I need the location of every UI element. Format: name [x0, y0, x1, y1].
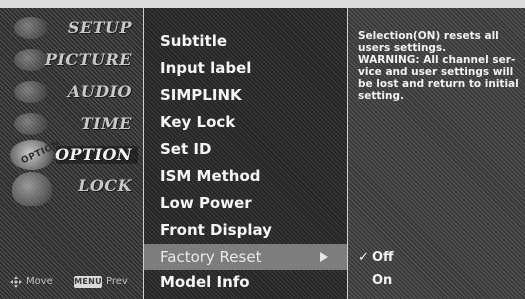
nav-item-picture[interactable]: PICTURE [6, 46, 138, 74]
menu-item-label: Factory Reset [160, 248, 262, 266]
menu-item-set-id[interactable]: Set ID [144, 136, 348, 162]
menu-item-label: Set ID [160, 140, 212, 158]
menu-item-input-label[interactable]: Input label [144, 55, 348, 81]
info-description: Selection(ON) resets all users settings.… [358, 30, 525, 102]
menu-item-label: SIMPLINK [160, 86, 242, 104]
menu-key-icon: MENU [74, 276, 102, 288]
menu-item-label: Model Info [160, 273, 250, 291]
setup-icon [14, 17, 48, 39]
info-top-band [348, 0, 525, 8]
category-nav: SETUP PICTURE AUDIO TIME OPTION OPTION L… [0, 0, 144, 299]
info-panel: Selection(ON) resets all users settings.… [348, 0, 525, 299]
menu-item-label: Key Lock [160, 113, 236, 131]
menu-item-label: ISM Method [160, 167, 261, 185]
prev-label: Prev [106, 276, 128, 287]
menu-item-factory-reset[interactable]: Factory Reset [144, 244, 348, 270]
menu-item-subtitle[interactable]: Subtitle [144, 28, 348, 54]
move-label: Move [26, 276, 53, 287]
menu-item-front-display[interactable]: Front Display [144, 217, 348, 243]
picture-icon [14, 49, 48, 71]
nav-item-label: PICTURE [44, 50, 132, 69]
nav-item-label: AUDIO [67, 82, 132, 101]
menu-item-model-info[interactable]: Model Info [144, 269, 348, 295]
audio-icon [14, 81, 48, 103]
menu-item-ism-method[interactable]: ISM Method [144, 163, 348, 189]
nav-item-lock[interactable]: LOCK [6, 172, 138, 206]
menu-top-band [144, 0, 348, 8]
menu-item-label: Front Display [160, 221, 272, 239]
time-icon [14, 113, 48, 135]
option-off[interactable]: ✓ Off [348, 247, 525, 269]
option-on[interactable]: On [348, 270, 525, 292]
option-label: Off [372, 250, 394, 265]
nav-item-audio[interactable]: AUDIO [6, 78, 138, 106]
option-label: On [372, 273, 393, 288]
nav-footer: Move MENU Prev [10, 275, 142, 291]
right-arrow-icon [320, 252, 328, 262]
tv-menu-screen: SETUP PICTURE AUDIO TIME OPTION OPTION L… [0, 0, 525, 299]
option-menu: Subtitle Input label SIMPLINK Key Lock S… [144, 0, 348, 299]
nav-item-label: SETUP [67, 18, 132, 37]
menu-item-label: Subtitle [160, 32, 228, 50]
menu-item-low-power[interactable]: Low Power [144, 190, 348, 216]
nav-top-band [0, 0, 144, 8]
option-icon: OPTION [10, 140, 62, 170]
check-icon: ✓ [358, 250, 369, 265]
menu-item-label: Low Power [160, 194, 252, 212]
move-icon [10, 276, 22, 288]
nav-item-time[interactable]: TIME [6, 110, 138, 138]
nav-item-label: OPTION [55, 145, 132, 164]
nav-item-label: TIME [80, 114, 132, 133]
nav-item-label: LOCK [78, 176, 132, 195]
lock-icon [12, 172, 52, 206]
menu-item-label: Input label [160, 59, 252, 77]
menu-item-simplink[interactable]: SIMPLINK [144, 82, 348, 108]
menu-key-label: MENU [74, 277, 102, 286]
info-description-warning: WARNING: All channel ser- vice and user … [358, 54, 519, 102]
nav-item-setup[interactable]: SETUP [6, 14, 138, 42]
menu-item-key-lock[interactable]: Key Lock [144, 109, 348, 135]
nav-item-option[interactable]: OPTION OPTION [6, 140, 138, 170]
info-description-line1: Selection(ON) resets all users settings. [358, 30, 499, 54]
